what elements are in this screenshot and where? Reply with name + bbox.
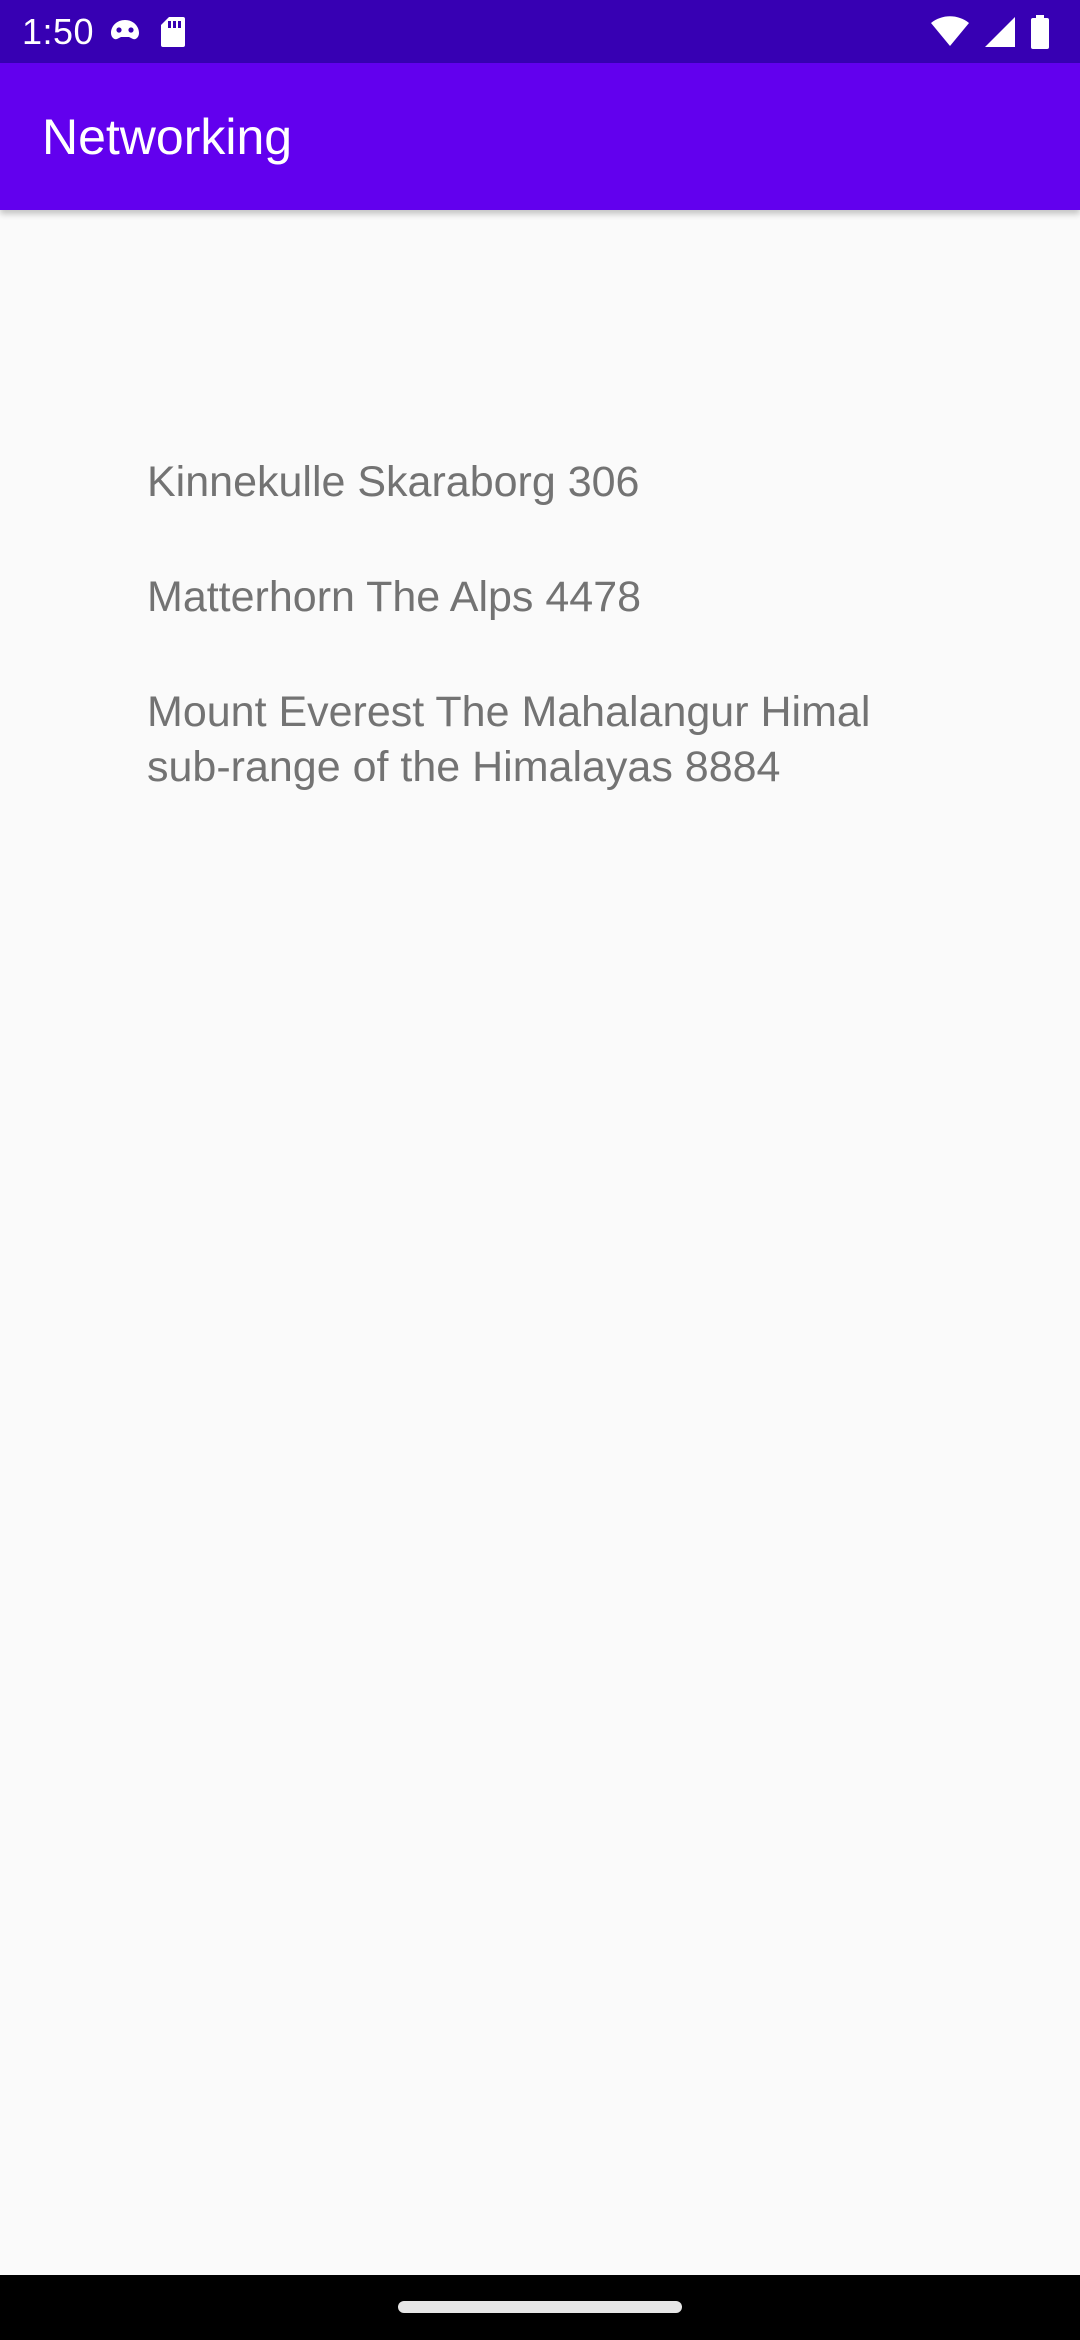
app-title: Networking <box>42 109 293 165</box>
mountain-list: Kinnekulle Skaraborg 306 Matterhorn The … <box>147 455 907 855</box>
navigation-bar <box>0 2275 1080 2340</box>
sd-card-icon <box>160 16 186 48</box>
status-time: 1:50 <box>22 11 95 52</box>
status-right-icons <box>930 14 1050 50</box>
gamepad-icon <box>108 17 142 47</box>
list-item[interactable]: Kinnekulle Skaraborg 306 <box>147 455 907 510</box>
cellular-signal-icon <box>984 16 1016 48</box>
wifi-icon <box>930 16 970 48</box>
list-item[interactable]: Mount Everest The Mahalangur Himal sub-r… <box>147 685 907 795</box>
home-gesture-handle[interactable] <box>398 2301 682 2313</box>
status-bar: 1:50 <box>0 0 1080 63</box>
list-item[interactable]: Matterhorn The Alps 4478 <box>147 570 907 625</box>
screen: 1:50 Networking Kinnekulle Skaraborg 306… <box>0 0 1080 2340</box>
battery-icon <box>1030 15 1050 49</box>
status-left-icons <box>108 14 186 50</box>
app-bar: Networking <box>0 63 1080 210</box>
